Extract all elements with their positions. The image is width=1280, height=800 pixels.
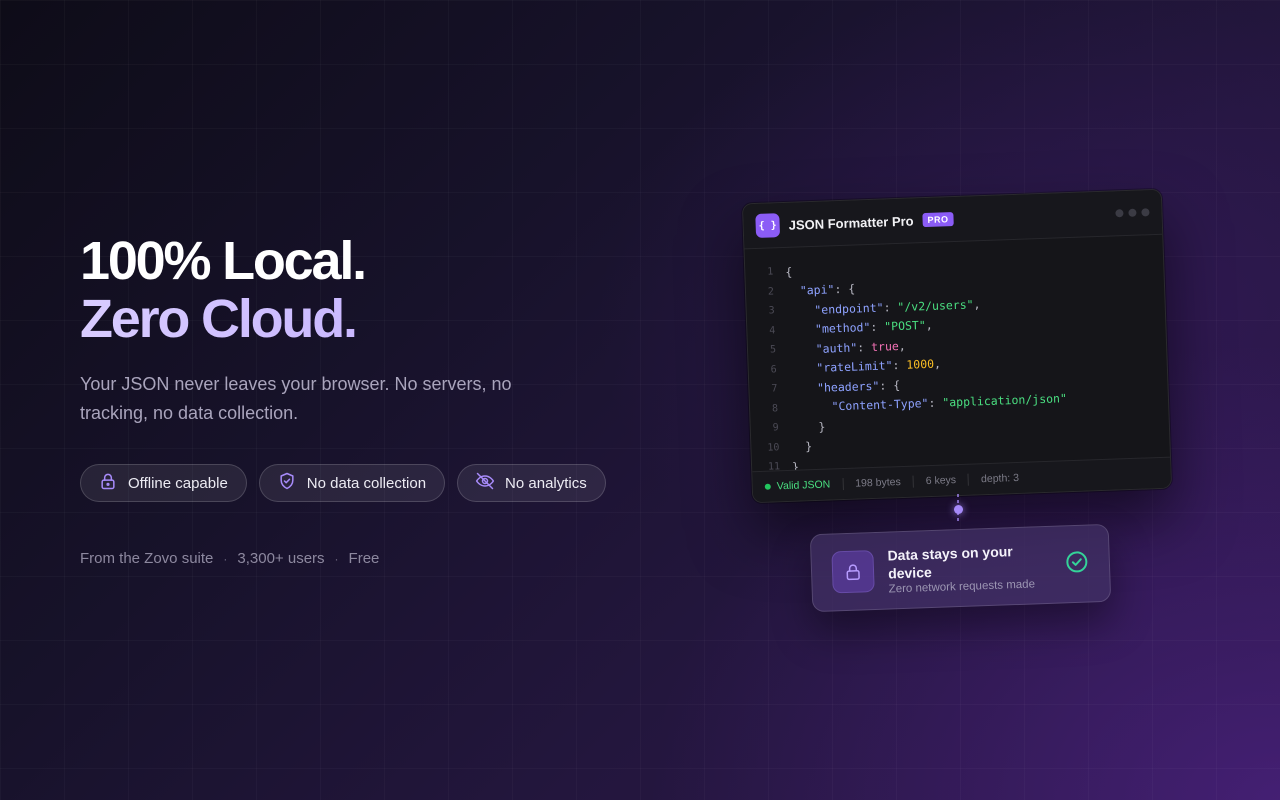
code-area: 1{ 2 "api": { 3 "endpoint": "/v2/users",…: [744, 235, 1170, 478]
headline-line-2: Zero Cloud.: [80, 290, 640, 348]
line-number: 8: [771, 403, 779, 415]
pill-label: No analytics: [505, 474, 587, 492]
pill-no-analytics[interactable]: No analytics: [457, 464, 606, 502]
eye-off-icon: [475, 471, 495, 495]
users-count: 3,300+ users: [237, 550, 325, 567]
code-text: {: [785, 264, 793, 279]
headline-line-1: 100% Local.: [80, 231, 367, 291]
meta-separator: ·: [334, 551, 339, 566]
pill-offline-capable[interactable]: Offline capable: [80, 464, 247, 502]
social-proof: From the Zovo suite · 3,300+ users · Fre…: [80, 550, 640, 567]
line-number: 2: [767, 286, 775, 298]
code-text: "api": {: [799, 281, 856, 298]
window-controls: [1115, 208, 1150, 218]
pro-badge: PRO: [922, 212, 954, 228]
code-text: }: [805, 439, 813, 454]
feature-pills: Offline capable No data collection No an…: [80, 464, 640, 502]
valid-status: Valid JSON: [764, 478, 831, 493]
pill-label: No data collection: [306, 474, 427, 492]
line-number: 9: [772, 422, 779, 434]
line-number: 4: [769, 325, 776, 337]
hero-headline: 100% Local. Zero Cloud.: [80, 232, 640, 348]
pill-no-data-collection[interactable]: No data collection: [258, 464, 446, 502]
key-count: 6 keys: [925, 474, 957, 488]
suite-text: From the Zovo suite: [80, 550, 214, 567]
connector-dot: [954, 505, 963, 514]
code-text: }: [818, 419, 826, 434]
line-number: 6: [770, 364, 777, 376]
braces-icon: { }: [755, 213, 781, 238]
code-text: "method": "POST",: [814, 318, 933, 337]
line-number: 7: [771, 383, 778, 395]
editor-title: JSON Formatter Pro: [788, 212, 914, 233]
meta-separator: ·: [223, 551, 228, 566]
privacy-card-title: Data stays on your device: [887, 542, 1013, 582]
status-dot-icon: [764, 483, 771, 490]
privacy-card: Data stays on your device Zero network r…: [809, 523, 1112, 613]
window-dot-icon[interactable]: [1141, 208, 1150, 217]
pill-label: Offline capable: [128, 474, 228, 492]
divider: [967, 473, 970, 486]
hero-section: 100% Local. Zero Cloud. Your JSON never …: [80, 232, 640, 567]
shield-check-icon: [277, 471, 297, 495]
line-number: 3: [768, 305, 775, 317]
lock-icon: [98, 471, 118, 495]
privacy-card-text: Data stays on your device Zero network r…: [887, 540, 1060, 595]
window-dot-icon[interactable]: [1115, 209, 1124, 218]
lock-icon: [831, 550, 875, 594]
divider: [842, 478, 844, 491]
code-text: "auth": true,: [815, 338, 906, 356]
divider: [912, 475, 914, 488]
line-number: 1: [767, 266, 774, 278]
check-circle-icon: [1064, 549, 1089, 579]
window-dot-icon[interactable]: [1128, 208, 1137, 217]
byte-count: 198 bytes: [855, 476, 901, 490]
hero-subtitle: Your JSON never leaves your browser. No …: [80, 374, 512, 423]
valid-label: Valid JSON: [776, 478, 831, 493]
line-number: 10: [767, 442, 780, 454]
depth-indicator: depth: 3: [980, 471, 1020, 486]
price-text: Free: [348, 550, 380, 567]
code-text: "headers": {: [816, 377, 901, 395]
code-text: "rateLimit": 1000,: [816, 356, 942, 376]
json-editor-preview: { } JSON Formatter Pro PRO 1 { 2 "api": {…: [741, 188, 1173, 504]
line-number: 5: [769, 344, 777, 356]
